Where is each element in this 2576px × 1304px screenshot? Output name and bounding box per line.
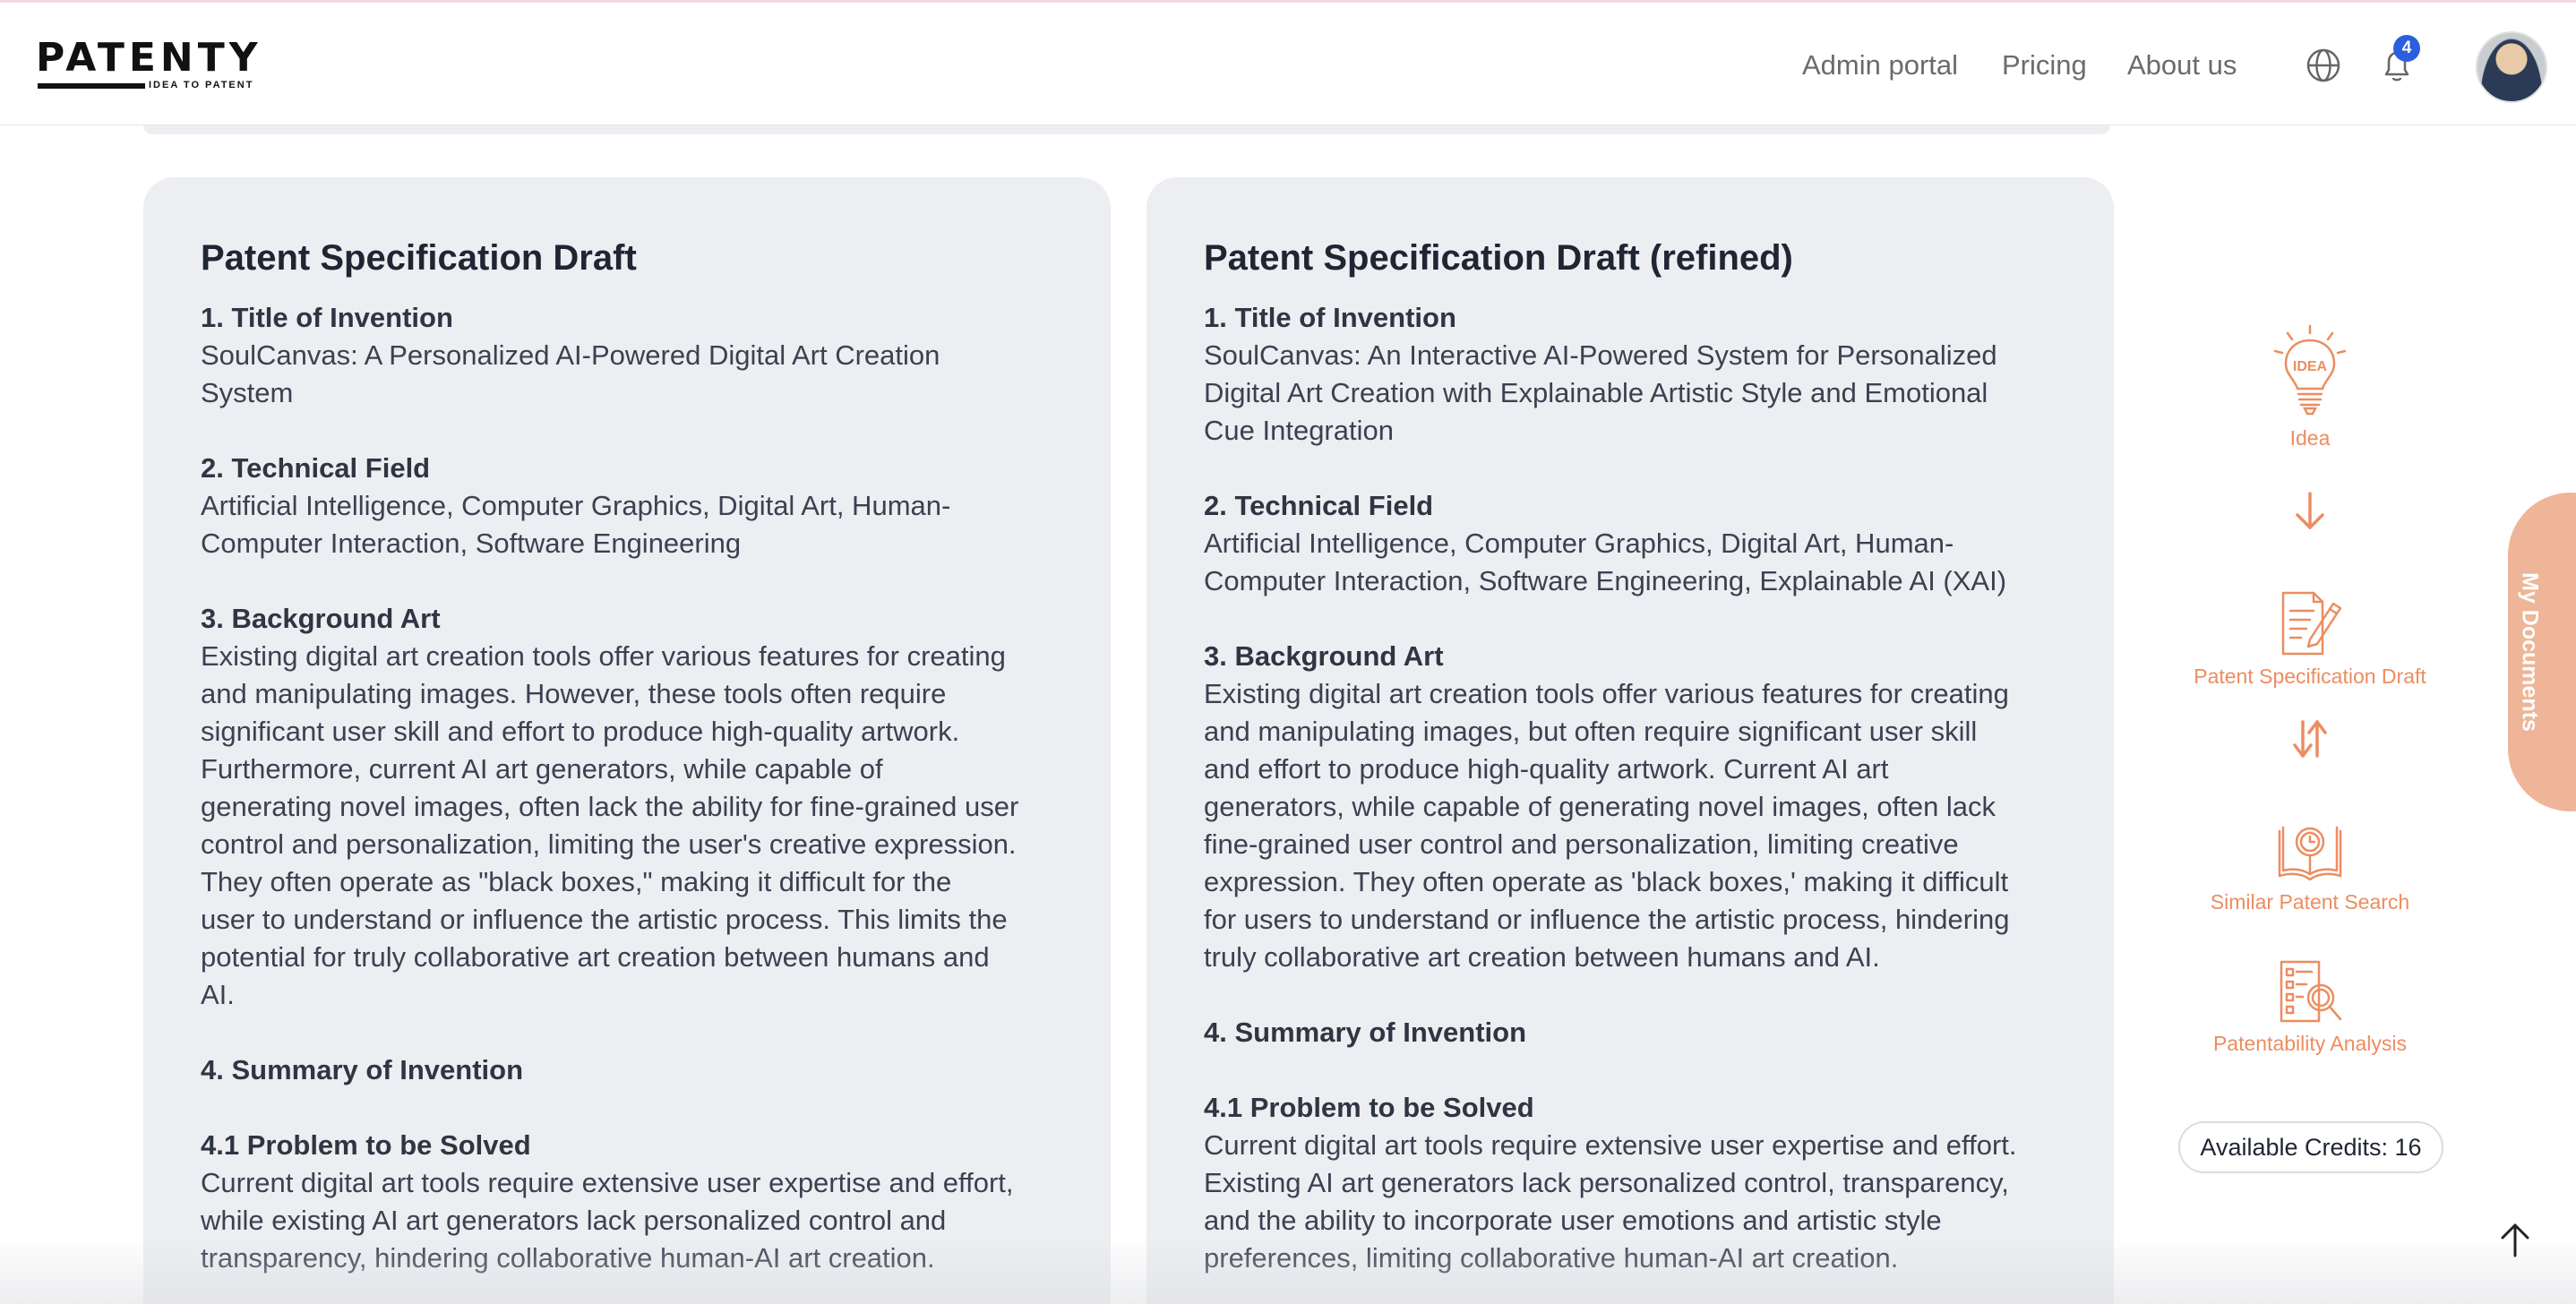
refined-section-heading: 3. Background Art <box>1204 640 1444 672</box>
top-header: PATENTY IDEA TO PATENT Admin portal Pric… <box>0 0 2576 125</box>
nav-about-us[interactable]: About us <box>2127 49 2237 82</box>
draft-section-heading: 2. Technical Field <box>201 452 431 484</box>
workflow-step-patent-draft[interactable]: Patent Specification Draft <box>2176 588 2444 689</box>
refined-section-body: SoulCanvas: An Interactive AI-Powered Sy… <box>1204 339 1997 446</box>
available-credits-badge: Available Credits: 16 <box>2178 1121 2443 1173</box>
draft-section-heading: 1. Title of Invention <box>201 302 453 333</box>
logo-underline <box>38 83 145 89</box>
draft-section-body: Artificial Intelligence, Computer Graphi… <box>201 490 951 559</box>
my-documents-tab[interactable]: My Documents <box>2508 493 2576 811</box>
document-pen-icon <box>2281 591 2342 656</box>
refined-section-body: Artificial Intelligence, Computer Graphi… <box>1204 528 2007 596</box>
patenty-logo[interactable]: PATENTY IDEA TO PATENT <box>36 35 262 91</box>
globe-icon[interactable] <box>2306 47 2341 83</box>
lightbulb-icon: IDEA <box>2273 324 2347 416</box>
draft-section-body: SoulCanvas: A Personalized AI-Powered Di… <box>201 339 940 408</box>
previous-card-edge <box>143 125 2110 134</box>
workflow-step-idea[interactable]: IDEA Idea <box>2220 322 2400 450</box>
refined-section-heading: 4. Summary of Invention <box>1204 1017 1527 1048</box>
arrow-up-icon[interactable] <box>2494 1218 2537 1261</box>
workflow-step-similar-search[interactable]: Similar Patent Search <box>2176 819 2444 914</box>
workflow-label-patentability: Patentability Analysis <box>2212 1032 2408 1055</box>
nav-pricing[interactable]: Pricing <box>2002 49 2087 82</box>
user-avatar[interactable] <box>2476 31 2547 103</box>
workflow-label-patent-draft: Patent Specification Draft <box>2194 665 2426 688</box>
refined-section-heading: 2. Technical Field <box>1204 490 1434 521</box>
draft-section-heading: 4.1 Problem to be Solved <box>201 1129 531 1161</box>
refined-section-body: Existing digital art creation tools offe… <box>1204 678 2010 973</box>
logo-tagline: IDEA TO PATENT <box>149 80 254 90</box>
arrows-up-down-icon <box>2293 720 2327 758</box>
svg-text:IDEA: IDEA <box>2293 359 2328 374</box>
workflow-label-idea: Idea <box>2289 426 2331 450</box>
book-search-icon <box>2278 826 2342 881</box>
logo-text: PATENTY <box>36 35 262 81</box>
draft-title: Patent Specification Draft <box>201 238 637 278</box>
nav-admin-portal[interactable]: Admin portal <box>1802 49 1958 82</box>
document-magnifier-icon <box>2280 960 2342 1023</box>
arrow-down-icon <box>2296 492 2324 529</box>
refined-section-heading: 4.1 Problem to be Solved <box>1204 1092 1534 1123</box>
refined-title: Patent Specification Draft (refined) <box>1204 238 1793 278</box>
draft-section-body: Existing digital art creation tools offe… <box>201 640 1019 1010</box>
refined-section-heading: 1. Title of Invention <box>1204 302 1456 333</box>
bottom-fade <box>0 1236 2576 1304</box>
workflow-step-patentability[interactable]: Patentability Analysis <box>2176 958 2444 1056</box>
refined-draft-card: Patent Specification Draft (refined) 1. … <box>1146 177 2114 1304</box>
workflow-label-similar-search: Similar Patent Search <box>2210 890 2410 914</box>
draft-section-heading: 3. Background Art <box>201 603 441 634</box>
notification-badge: 4 <box>2393 35 2420 62</box>
draft-card: Patent Specification Draft 1. Title of I… <box>143 177 1111 1304</box>
draft-section-heading: 4. Summary of Invention <box>201 1054 524 1085</box>
my-documents-label: My Documents <box>2517 572 2543 732</box>
